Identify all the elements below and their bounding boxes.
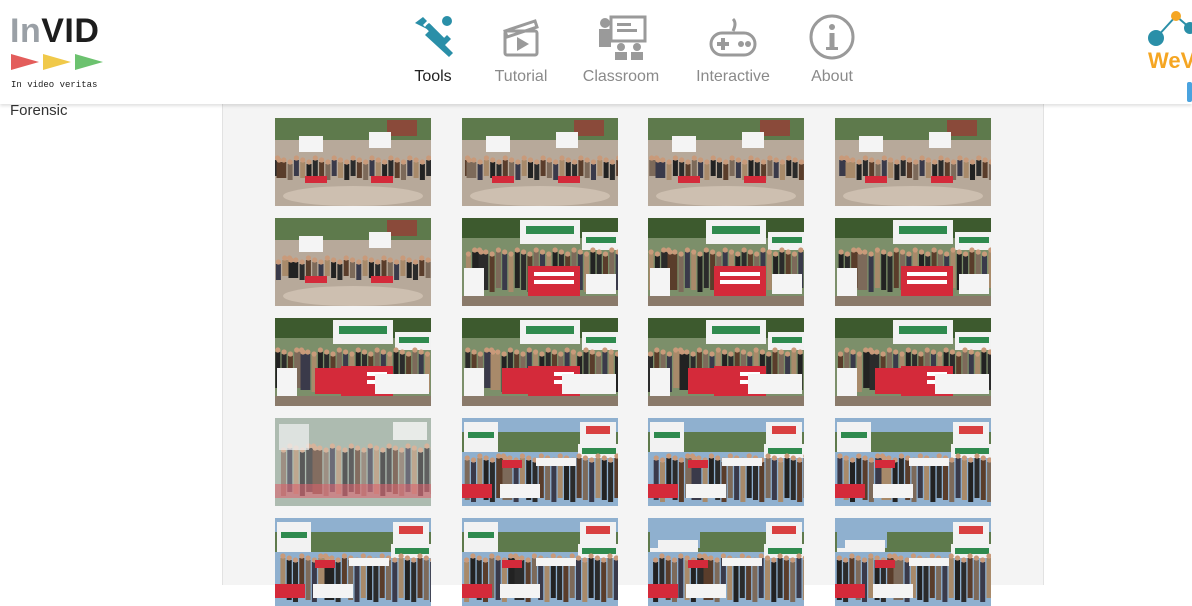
keyframe-thumbnail[interactable] bbox=[275, 518, 431, 606]
keyframe-image bbox=[648, 518, 804, 606]
keyframe-image bbox=[462, 218, 618, 306]
keyframe-image bbox=[275, 118, 431, 206]
keyframe-thumbnail[interactable] bbox=[462, 318, 618, 406]
keyframe-thumbnail[interactable] bbox=[462, 518, 618, 606]
keyframe-thumbnail[interactable] bbox=[462, 418, 618, 506]
keyframe-thumbnail[interactable] bbox=[648, 518, 804, 606]
gamepad-icon bbox=[707, 12, 759, 62]
network-nodes-icon bbox=[1144, 8, 1192, 48]
sidebar-label-forensic: Forensic bbox=[10, 102, 68, 119]
brand-accent-bar bbox=[1187, 82, 1192, 102]
keyframe-thumbnail[interactable] bbox=[275, 418, 431, 506]
top-bar: InVID In video veritas Tools bbox=[0, 0, 1192, 104]
keyframe-image bbox=[462, 318, 618, 406]
keyframe-image bbox=[462, 418, 618, 506]
clapperboard-icon bbox=[499, 12, 543, 62]
keyframe-image bbox=[835, 118, 991, 206]
keyframe-thumbnail[interactable] bbox=[648, 418, 804, 506]
nav-label: Tutorial bbox=[488, 68, 554, 86]
keyframe-thumbnail[interactable] bbox=[275, 218, 431, 306]
keyframe-thumbnail[interactable] bbox=[835, 318, 991, 406]
classroom-icon bbox=[595, 12, 647, 62]
info-icon bbox=[808, 12, 856, 62]
keyframe-thumbnail[interactable] bbox=[835, 518, 991, 606]
keyframe-image bbox=[462, 518, 618, 606]
keyframe-image bbox=[275, 318, 431, 406]
keyframe-thumbnail[interactable] bbox=[275, 118, 431, 206]
main-nav: Tools Tutorial bbox=[400, 10, 880, 100]
keyframe-image bbox=[648, 218, 804, 306]
keyframe-thumbnail[interactable] bbox=[835, 118, 991, 206]
keyframe-thumbnail[interactable] bbox=[462, 118, 618, 206]
keyframe-image bbox=[835, 418, 991, 506]
nav-label: About bbox=[804, 68, 860, 86]
keyframe-image bbox=[835, 218, 991, 306]
keyframe-thumbnail[interactable] bbox=[835, 418, 991, 506]
nav-interactive[interactable]: Interactive bbox=[690, 10, 776, 100]
logo-title: InVID bbox=[10, 12, 99, 51]
wrench-screwdriver-icon bbox=[409, 12, 457, 62]
keyframes-panel bbox=[222, 104, 1044, 585]
brand-text: WeV bbox=[1148, 48, 1192, 74]
keyframe-thumbnail[interactable] bbox=[462, 218, 618, 306]
nav-tutorial[interactable]: Tutorial bbox=[488, 10, 554, 100]
keyframe-thumbnail[interactable] bbox=[275, 318, 431, 406]
keyframe-image bbox=[275, 418, 431, 506]
keyframe-image bbox=[275, 218, 431, 306]
invid-logo[interactable]: InVID In video veritas bbox=[10, 12, 120, 96]
keyframe-image bbox=[648, 318, 804, 406]
keyframe-thumbnail[interactable] bbox=[648, 218, 804, 306]
nav-tools[interactable]: Tools bbox=[400, 10, 466, 100]
nav-about[interactable]: About bbox=[804, 10, 860, 100]
nav-label: Tools bbox=[400, 68, 466, 86]
keyframe-image bbox=[462, 118, 618, 206]
logo-tagline: In video veritas bbox=[11, 80, 97, 90]
keyframe-image bbox=[835, 318, 991, 406]
keyframe-thumbnail[interactable] bbox=[648, 118, 804, 206]
keyframe-image bbox=[648, 118, 804, 206]
weverify-logo[interactable]: WeV bbox=[1144, 8, 1192, 104]
play-triangles-icon bbox=[11, 52, 103, 72]
nav-classroom[interactable]: Classroom bbox=[580, 10, 662, 100]
keyframe-image bbox=[648, 418, 804, 506]
nav-label: Interactive bbox=[690, 68, 776, 86]
keyframe-image bbox=[835, 518, 991, 606]
keyframe-thumbnail[interactable] bbox=[835, 218, 991, 306]
nav-label: Classroom bbox=[580, 68, 662, 86]
keyframe-image bbox=[275, 518, 431, 606]
keyframe-thumbnail[interactable] bbox=[648, 318, 804, 406]
